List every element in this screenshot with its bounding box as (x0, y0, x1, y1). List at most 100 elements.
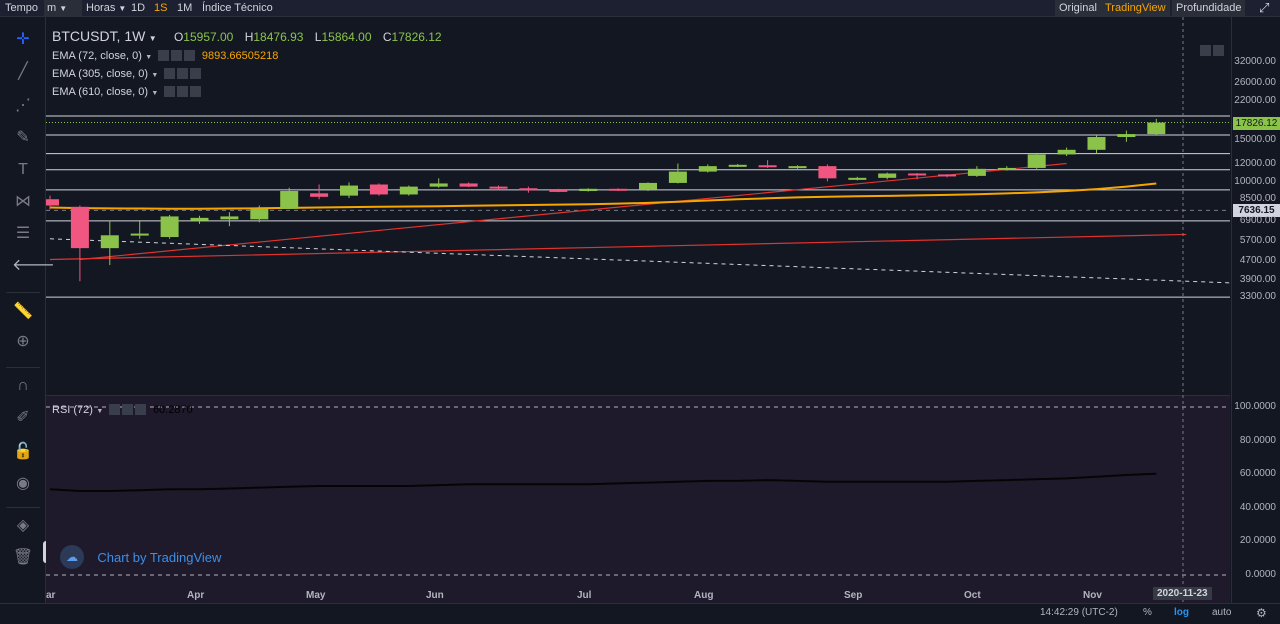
percent-toggle[interactable]: % (1143, 607, 1152, 618)
hours-dropdown[interactable]: Horas ▼ (83, 0, 129, 16)
candle-body (788, 166, 807, 169)
visibility-icon[interactable] (163, 86, 175, 98)
price-tick-label: 32000.00 (1234, 55, 1276, 67)
ruler-icon[interactable]: 📏 (12, 301, 34, 323)
last-price-badge: 17826.12 (1233, 116, 1280, 130)
toolbar-divider (6, 507, 40, 508)
settings-icon[interactable] (176, 86, 188, 98)
chevron-down-icon[interactable]: ▼ (149, 34, 157, 43)
legend-ema2: EMA (305, close, 0) ▼ (52, 66, 201, 80)
crosshair-date-label: 2020-11-23 (1153, 587, 1212, 600)
prediction-icon[interactable]: ☰ (12, 223, 34, 245)
candle-body (310, 193, 329, 197)
candle-body (519, 188, 538, 191)
interval-1d[interactable]: 1D (128, 0, 148, 16)
lock-icon[interactable]: 🔓 (12, 441, 34, 463)
lock-drawing-icon[interactable]: ✐ (12, 407, 34, 429)
chevron-down-icon[interactable]: ▼ (96, 408, 103, 415)
ema-72-line (49, 182, 1157, 210)
rsi-tick-label: 60.0000 (1239, 468, 1276, 480)
trash-icon[interactable]: 🗑 (12, 547, 34, 569)
layers-icon[interactable]: ◈ (12, 515, 34, 537)
settings-gear-icon[interactable]: ⚙ (1256, 606, 1267, 620)
open-value: 15957.00 (183, 30, 234, 44)
pattern-icon[interactable]: ⋈ (12, 191, 34, 213)
candle-body (369, 184, 388, 195)
settings-icon[interactable] (170, 50, 182, 62)
pane-controls[interactable] (1198, 45, 1224, 57)
time-tick-label: ar (46, 590, 56, 601)
ema3-label[interactable]: EMA (610, close, 0) (52, 86, 148, 98)
candle-body (728, 164, 747, 167)
close-icon[interactable] (183, 50, 195, 62)
trend-line-icon[interactable]: ╱ (12, 61, 34, 83)
candle-body (938, 174, 956, 177)
auto-toggle[interactable]: auto (1212, 607, 1231, 618)
watermark-text: Chart by TradingView (97, 549, 222, 565)
price-tick-label: 3300.00 (1239, 291, 1276, 303)
candle-body (70, 206, 89, 249)
close-icon[interactable] (189, 68, 201, 80)
candle-body (549, 189, 568, 192)
text-icon[interactable]: T (12, 159, 34, 181)
legend-rsi: RSI (72) ▼ 60.2870 (52, 402, 193, 416)
candle-body (489, 186, 508, 189)
visibility-icon[interactable] (163, 68, 175, 80)
ema1-value: 9893.66505218 (201, 50, 279, 62)
ema1-label[interactable]: EMA (72, close, 0) (52, 50, 142, 62)
settings-icon[interactable] (121, 404, 133, 416)
technical-index-button[interactable]: Índice Técnico (199, 0, 276, 16)
rsi-tick-label: 100.0000 (1234, 401, 1276, 412)
settings-icon[interactable] (176, 68, 188, 80)
candle-body (220, 216, 239, 220)
chevron-down-icon[interactable]: ▼ (151, 72, 158, 79)
back-arrow-icon[interactable]: 🡐 (12, 255, 55, 277)
close-value: 17826.12 (391, 30, 442, 44)
close-icon[interactable] (134, 404, 146, 416)
low-value: 15864.00 (321, 30, 372, 44)
candle-body (997, 167, 1016, 170)
ema2-label[interactable]: EMA (305, close, 0) (52, 68, 148, 80)
interval-1s[interactable]: 1S (151, 0, 170, 16)
close-icon[interactable] (189, 86, 201, 98)
brush-icon[interactable]: ✎ (12, 127, 34, 149)
view-depth-tab[interactable]: Profundidade (1172, 0, 1246, 16)
candle-body (46, 199, 59, 206)
collapse-icon[interactable] (1213, 45, 1224, 57)
rsi-label[interactable]: RSI (72) (52, 404, 93, 416)
fullscreen-icon[interactable]: ⤢ (1256, 0, 1272, 16)
pitchfork-icon[interactable]: ⋰ (12, 95, 34, 117)
rsi-tick-label: 80.0000 (1239, 434, 1276, 446)
symbol-label[interactable]: BTCUSDT, 1W (52, 28, 145, 44)
time-tick-label: May (306, 590, 326, 601)
legend-ema3: EMA (610, close, 0) ▼ (52, 84, 201, 98)
log-toggle[interactable]: log (1174, 607, 1189, 618)
rsi-tick-label: 20.0000 (1239, 535, 1276, 547)
visibility-icon[interactable] (157, 50, 169, 62)
crosshair-icon[interactable]: ✛ (12, 29, 34, 51)
eye-icon[interactable]: ◉ (12, 473, 34, 495)
interval-1m[interactable]: 1M (174, 0, 195, 16)
magnet-icon[interactable]: ∩ (12, 375, 34, 397)
visibility-icon[interactable] (108, 404, 120, 416)
price-axis[interactable]: 32000.00 26000.00 22000.00 17826.12 15000.00… (1231, 17, 1280, 603)
maximize-icon[interactable] (1200, 45, 1211, 57)
candle-body (130, 233, 149, 236)
toolbar-divider (6, 367, 40, 368)
price-tick-label: 3900.00 (1239, 273, 1276, 285)
minutes-dropdown[interactable]: m ▼ (44, 0, 82, 16)
tempo-label: Tempo (5, 2, 39, 14)
chevron-down-icon[interactable]: ▼ (145, 54, 152, 61)
candle-body (908, 173, 927, 176)
tradingview-watermark[interactable]: ☁ Chart by TradingView (60, 545, 221, 569)
clock-time[interactable]: 14:42:29 (UTC-2) (1040, 607, 1118, 618)
chevron-down-icon[interactable]: ▼ (151, 90, 158, 97)
price-tick-label: 26000.00 (1234, 77, 1276, 89)
view-original-tab[interactable]: Original (1055, 0, 1101, 16)
time-tick-label: Aug (694, 590, 714, 601)
price-chart[interactable] (46, 17, 1278, 603)
price-tick-label: 22000.00 (1234, 94, 1276, 106)
top-toolbar: Tempo m ▼ Horas ▼ 1D 1S 1M Índice Técnic… (0, 0, 1280, 17)
view-tradingview-tab[interactable]: TradingView (1101, 0, 1170, 16)
zoom-icon[interactable]: ⊕ (12, 331, 34, 353)
